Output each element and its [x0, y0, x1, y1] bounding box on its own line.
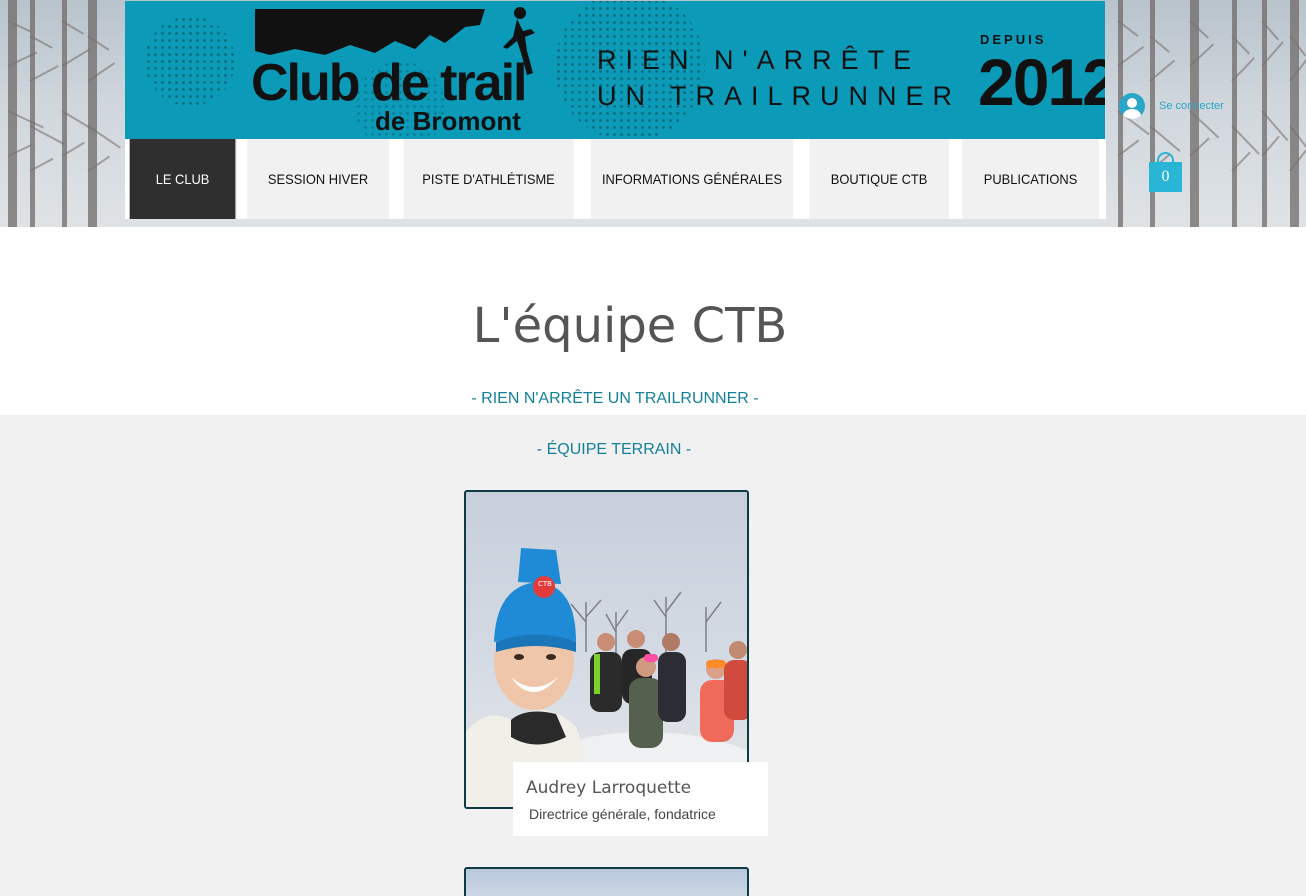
cart-count: 0 — [1149, 162, 1182, 192]
user-avatar-icon — [1119, 93, 1145, 119]
cap-logo-text: CTB — [538, 580, 552, 588]
nav-item-informations-generales[interactable]: INFORMATIONS GÉNÉRALES — [590, 139, 795, 219]
nav-item-le-club[interactable]: LE CLUB — [129, 139, 237, 219]
since-year: 2012 — [978, 45, 1105, 119]
tree-trunk — [1232, 0, 1237, 227]
main-nav: LE CLUB SESSION HIVER PISTE D'ATHLÉTISME… — [125, 139, 1106, 219]
member-photo[interactable] — [464, 867, 749, 896]
cart-button[interactable]: 0 — [1149, 152, 1182, 192]
logo-subtext: de Bromont — [375, 106, 521, 136]
club-banner[interactable]: Club de trail de Bromont RIEN N'ARRÊTE U… — [125, 1, 1105, 139]
tree-trunk — [88, 0, 97, 227]
nav-item-piste-athletisme[interactable]: PISTE D'ATHLÉTISME — [403, 139, 575, 219]
tagline: - RIEN N'ARRÊTE UN TRAILRUNNER - — [471, 390, 759, 407]
member-name: Audrey Larroquette — [526, 778, 692, 798]
nav-item-boutique-ctb[interactable]: BOUTIQUE CTB — [809, 139, 950, 219]
tree-trunk — [1290, 0, 1299, 227]
page-title: L'équipe CTB — [472, 298, 788, 354]
login-label: Se connecter — [1159, 100, 1224, 112]
slogan-line-2: UN TRAILRUNNER — [597, 81, 962, 111]
member-info: Audrey Larroquette Directrice générale, … — [513, 762, 768, 836]
login-button[interactable]: Se connecter — [1119, 93, 1224, 119]
logo-text: Club de trail — [251, 54, 527, 112]
member-role: Directrice générale, fondatrice — [529, 806, 716, 822]
dot-pattern — [145, 16, 235, 106]
nav-item-publications[interactable]: PUBLICATIONS — [962, 139, 1100, 219]
nav-item-session-hiver[interactable]: SESSION HIVER — [247, 139, 390, 219]
slogan-line-1: RIEN N'ARRÊTE — [597, 45, 921, 75]
tree-trunk — [30, 0, 35, 227]
section-label: - ÉQUIPE TERRAIN - — [536, 441, 692, 458]
